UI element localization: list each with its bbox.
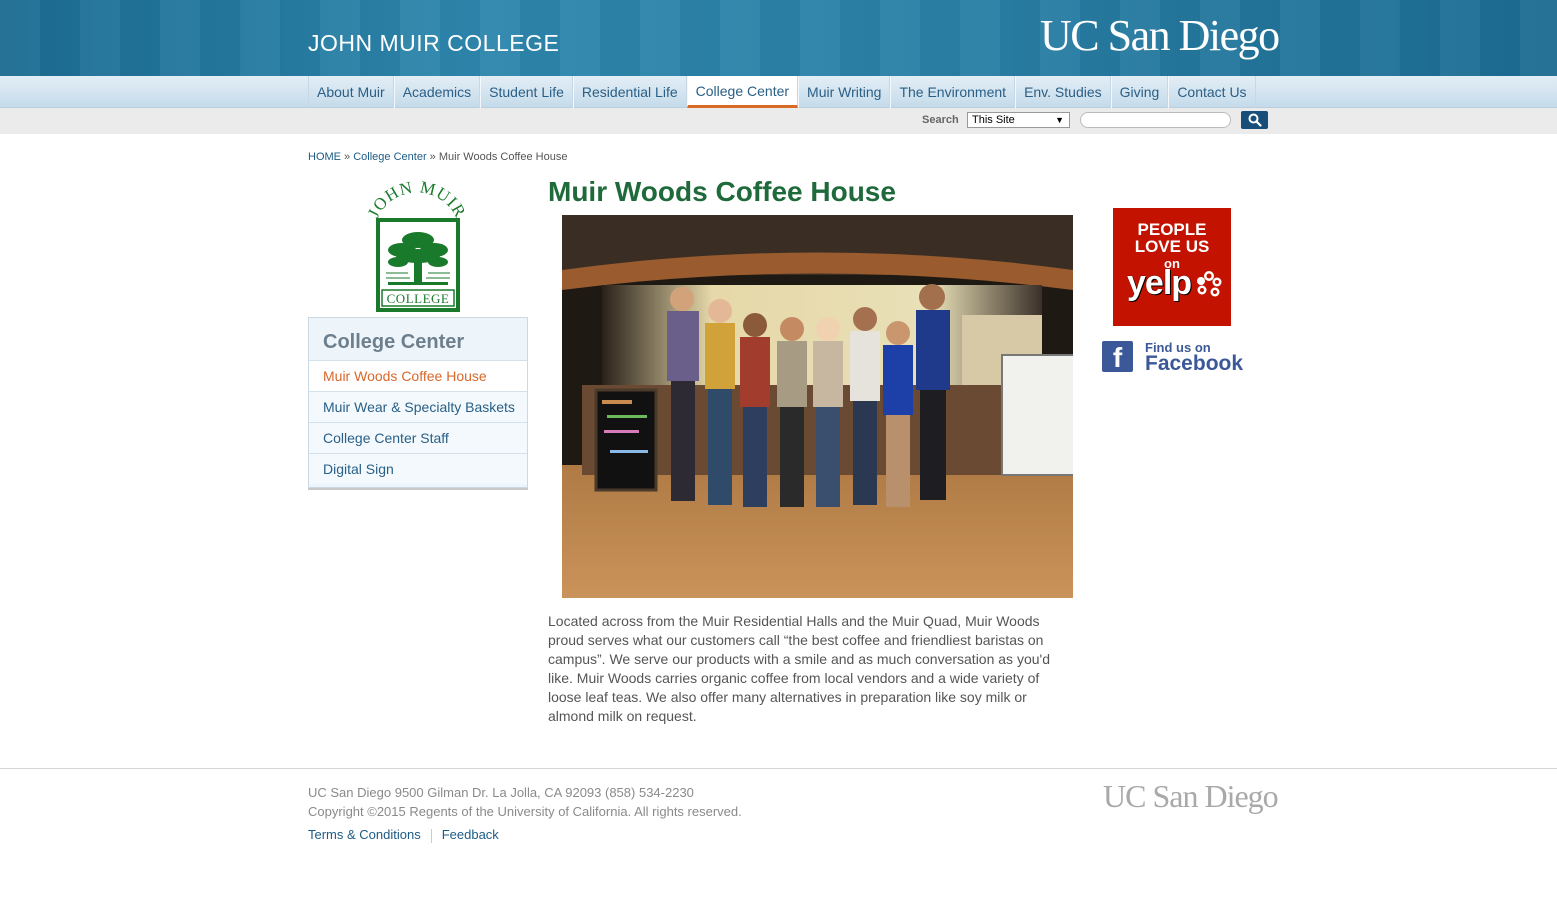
header-background — [0, 0, 1557, 76]
search-label: Search — [922, 114, 959, 126]
facebook-line2: Facebook — [1145, 352, 1244, 375]
yelp-burst-icon — [1197, 271, 1222, 297]
footer-address-block: UC San Diego 9500 Gilman Dr. La Jolla, C… — [308, 783, 742, 821]
breadcrumb-current: Muir Woods Coffee House — [438, 151, 568, 163]
breadcrumb-college-center[interactable]: College Center — [353, 151, 426, 163]
coffee-house-description: Located across from the Muir Residential… — [548, 613, 1050, 724]
sidenav-item-college-center-staff[interactable]: College Center Staff — [309, 422, 527, 453]
yelp-line1: PEOPLE LOVE US — [1134, 220, 1210, 256]
sidenav-item-muir-wear[interactable]: Muir Wear & Specialty Baskets — [309, 391, 527, 422]
logo-banner-text: COLLEGE — [387, 291, 450, 306]
breadcrumb-separator: » — [341, 151, 354, 163]
yelp-badge[interactable]: PEOPLE LOVE US on yelp — [1113, 208, 1231, 326]
logo-arc-text: JOHN MUIR — [368, 178, 466, 221]
sidenav-heading[interactable]: College Center — [309, 318, 527, 360]
nav-item-the-environment[interactable]: The Environment — [890, 76, 1016, 108]
john-muir-college-logo[interactable]: JOHN MUIR COLLEGE — [368, 178, 466, 312]
nav-item-giving[interactable]: Giving — [1110, 76, 1169, 108]
footer-link-separator — [430, 829, 432, 843]
page-title: Muir Woods Coffee House — [548, 176, 896, 207]
nav-item-muir-writing[interactable]: Muir Writing — [798, 76, 891, 108]
facebook-icon: f — [1102, 341, 1133, 372]
footer-link-feedback[interactable]: Feedback — [442, 827, 499, 843]
footer-divider — [0, 768, 1557, 769]
footer-link-terms[interactable]: Terms & Conditions — [308, 827, 421, 843]
search-button[interactable] — [1241, 111, 1268, 129]
nav-item-env-studies[interactable]: Env. Studies — [1015, 76, 1111, 108]
dropdown-arrow-icon: ▼ — [1055, 115, 1064, 125]
footer-ucsd-logo[interactable]: UC San Diego — [1103, 778, 1279, 815]
ucsd-logo[interactable]: UC San Diego — [1040, 10, 1280, 61]
yelp-brand: yelp — [1127, 264, 1192, 302]
magnifier-icon — [1248, 113, 1262, 127]
search-scope-select[interactable]: This Site ▼ — [967, 112, 1070, 128]
nav-item-academics[interactable]: Academics — [393, 76, 481, 108]
site-header: JOHN MUIR COLLEGE UC San Diego — [0, 0, 1557, 76]
college-title[interactable]: JOHN MUIR COLLEGE — [308, 30, 559, 57]
nav-item-residential-life[interactable]: Residential Life — [572, 76, 687, 108]
nav-item-student-life[interactable]: Student Life — [480, 76, 573, 108]
section-sidenav: College Center Muir Woods Coffee House M… — [308, 317, 528, 488]
coffee-house-staff-photo — [562, 215, 1073, 598]
sidenav-item-digital-sign[interactable]: Digital Sign — [309, 453, 527, 484]
nav-item-college-center[interactable]: College Center — [686, 76, 799, 108]
main-nav: About Muir Academics Student Life Reside… — [0, 76, 1557, 108]
search-bar: Search This Site ▼ — [0, 108, 1557, 134]
search-scope-value: This Site — [972, 114, 1015, 126]
nav-item-about-muir[interactable]: About Muir — [308, 76, 394, 108]
search-input[interactable] — [1080, 112, 1231, 128]
facebook-badge[interactable]: f Find us on Facebook — [1102, 340, 1243, 376]
breadcrumb-home[interactable]: HOME — [308, 151, 341, 163]
sidenav-item-muir-woods-coffee-house[interactable]: Muir Woods Coffee House — [309, 360, 527, 391]
footer-address: UC San Diego 9500 Gilman Dr. La Jolla, C… — [308, 785, 694, 800]
breadcrumb: HOME » College Center » Muir Woods Coffe… — [308, 151, 567, 163]
breadcrumb-separator: » — [426, 151, 439, 163]
footer-copyright: Copyright ©2015 Regents of the Universit… — [308, 804, 742, 819]
footer-links: Terms & Conditions Feedback — [308, 827, 499, 843]
nav-item-contact-us[interactable]: Contact Us — [1168, 76, 1256, 108]
